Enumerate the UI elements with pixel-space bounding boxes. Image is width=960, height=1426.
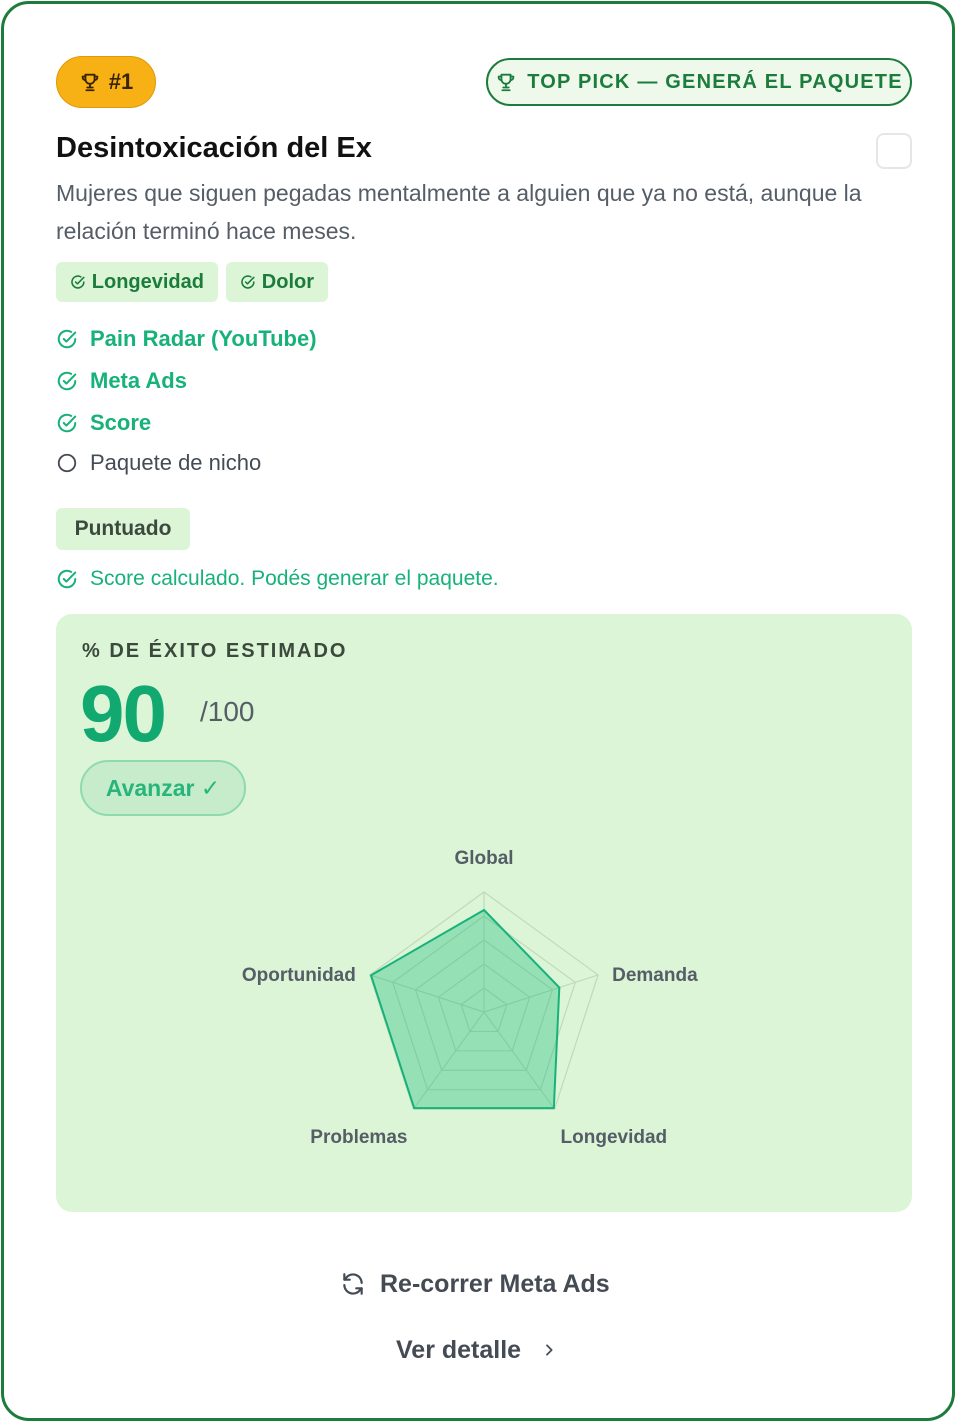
check-circle-icon [57,569,77,589]
radar-axis-label: Demanda [612,965,698,986]
step-label: Pain Radar (YouTube) [90,326,317,351]
radar-axis-label: Problemas [310,1127,407,1148]
trophy-icon [81,73,98,92]
check-circle-icon [57,413,77,433]
tag-label: Longevidad [91,270,204,293]
rank-badge: #1 [56,56,156,108]
rerun-label: Re-correr Meta Ads [380,1269,610,1298]
status-message: Score calculado. Podés generar el paquet… [56,564,499,594]
step-meta-ads: Meta Ads [56,366,187,396]
view-detail-link[interactable]: Ver detalle [396,1332,557,1368]
radar-axis-label: Global [454,848,513,869]
radar-axis-label: Longevidad [561,1127,668,1148]
niche-title: Desintoxicación del Ex [56,132,372,164]
radar-data-area [369,908,561,1110]
status-message-text: Score calculado. Podés generar el paquet… [90,567,499,590]
score-panel: % DE ÉXITO ESTIMADO 90 /100 Avanzar ✓ Gl… [56,614,912,1212]
tag-longevidad: Longevidad [56,262,218,302]
check-circle-icon [57,371,77,391]
rank-label: #1 [108,69,134,94]
check-circle-icon [241,275,255,289]
trophy-icon [497,73,515,92]
step-label: Meta Ads [90,368,187,393]
refresh-icon [343,1273,363,1295]
status-badge: Puntuado [56,508,190,550]
step-label: Paquete de nicho [90,450,262,475]
chevron-right-icon [546,1344,553,1356]
check-circle-icon [57,329,77,349]
niche-description: Mujeres que siguen pegadas mentalmente a… [56,180,862,244]
step-score: Score [56,408,151,438]
empty-circle-icon [57,453,77,473]
check-circle-icon [71,275,85,289]
tag-label: Dolor [261,270,314,293]
step-paquete: Paquete de nicho [56,448,261,478]
step-label: Score [90,410,152,435]
select-checkbox[interactable] [876,133,912,169]
top-pick-button[interactable]: TOP PICK — GENERÁ EL PAQUETE [486,58,912,106]
step-pain-radar: Pain Radar (YouTube) [56,324,317,354]
niche-card: #1 TOP PICK — GENERÁ EL PAQUETE Desintox… [1,1,955,1421]
rerun-meta-ads-button[interactable]: Re-correr Meta Ads [340,1266,610,1302]
radar-axis-label: Oportunidad [242,965,356,986]
radar-chart: Global Demanda Longevidad Problemas Oportuni… [242,848,698,1148]
top-pick-label: TOP PICK — GENERÁ EL PAQUETE [527,70,903,93]
detail-label: Ver detalle [396,1335,522,1364]
tag-dolor: Dolor [226,262,328,302]
